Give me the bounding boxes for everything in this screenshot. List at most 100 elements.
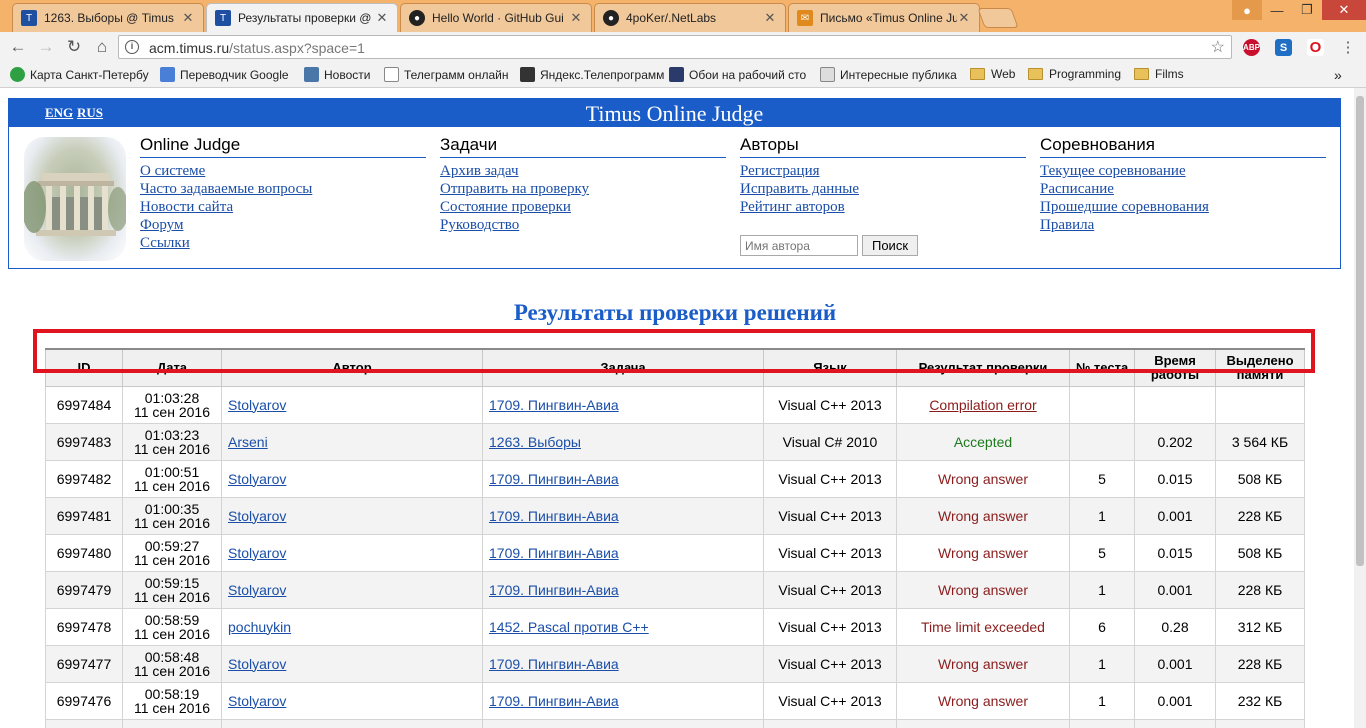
close-icon[interactable]: ✕ (569, 10, 583, 26)
close-icon[interactable]: ✕ (375, 10, 389, 26)
s-extension-icon[interactable]: S (1275, 39, 1292, 56)
bookmark-folder-films[interactable]: Films (1134, 67, 1184, 81)
minimize-icon[interactable]: — (1262, 0, 1292, 20)
tab-mail[interactable]: ✉ Письмо «Timus Online Ju ✕ (788, 3, 980, 32)
folder-icon (1134, 68, 1149, 80)
author-search-input[interactable] (740, 235, 858, 256)
cell-author-link[interactable]: Arseni (228, 434, 268, 450)
close-icon[interactable]: ✕ (181, 10, 195, 26)
bookmark-telegram[interactable]: Телеграмм онлайн (384, 67, 508, 82)
cell-problem-link[interactable]: 1709. Пингвин-Авиа (489, 693, 619, 709)
search-button[interactable]: Поиск (862, 235, 918, 256)
menu-link-rules[interactable]: Правила (1040, 216, 1326, 234)
maximize-icon[interactable]: ❐ (1292, 0, 1322, 20)
bookmark-star-icon[interactable]: ☆ (1211, 37, 1225, 57)
user-icon[interactable]: ● (1232, 0, 1262, 20)
cell-problem-link[interactable]: 1263. Выборы (489, 434, 581, 450)
cell-author-link[interactable]: pochuykin (228, 619, 291, 635)
tab-problem[interactable]: T 1263. Выборы @ Timus ✕ (12, 3, 204, 32)
bookmark-wallpapers[interactable]: Обои на рабочий сто (669, 67, 806, 82)
menu-link-guide[interactable]: Руководство (440, 216, 726, 234)
bookmark-map[interactable]: Карта Санкт-Петербу (10, 67, 149, 82)
cell-author-link[interactable]: Stolyarov (228, 397, 286, 413)
col-memory: Выделено памяти (1215, 348, 1305, 387)
close-icon[interactable]: ✕ (957, 10, 971, 26)
cell-memory: 508 КБ (1215, 533, 1305, 572)
cell-test: 1 (1069, 496, 1135, 535)
address-bar[interactable]: i acm.timus.ru/status.aspx?space=1 ☆ (118, 35, 1232, 59)
bookmark-vk[interactable]: Новости (304, 67, 370, 82)
cell-author-link[interactable]: Stolyarov (228, 508, 286, 524)
reload-icon[interactable]: ↻ (64, 37, 84, 57)
menu-link-register[interactable]: Регистрация (740, 162, 1026, 180)
info-icon[interactable]: i (125, 40, 139, 54)
menu-link-news[interactable]: Новости сайта (140, 198, 426, 216)
tv-icon (520, 67, 535, 82)
cell-author-link[interactable]: Stolyarov (228, 693, 286, 709)
cell-problem-link[interactable]: 1709. Пингвин-Авиа (489, 582, 619, 598)
cell-time: 00:58:59 (144, 611, 200, 628)
close-icon[interactable]: ✕ (763, 10, 777, 26)
menu-link-submit[interactable]: Отправить на проверку (440, 180, 726, 198)
back-icon[interactable]: ← (8, 37, 28, 57)
menu-link-ranklist[interactable]: Рейтинг авторов (740, 198, 1026, 216)
bookmark-folder-programming[interactable]: Programming (1028, 67, 1121, 81)
cell-language: Visual C++ 2013 (763, 570, 897, 609)
cell-author-link[interactable]: Stolyarov (228, 545, 286, 561)
cell-id: 6997483 (45, 422, 123, 461)
menu-link-current-contest[interactable]: Текущее соревнование (1040, 162, 1326, 180)
bookmark-publications[interactable]: Интересные публика (820, 67, 957, 82)
cell-verdict-link[interactable]: Compilation error (929, 397, 1036, 413)
cell-problem-link[interactable]: 1709. Пингвин-Авиа (489, 397, 619, 413)
page-scrollbar[interactable] (1354, 88, 1366, 728)
new-tab-button[interactable] (977, 8, 1019, 28)
opera-icon[interactable]: O (1307, 39, 1324, 56)
cell-author-link[interactable]: Stolyarov (228, 471, 286, 487)
tab-github-netlabs[interactable]: ● 4poKer/.NetLabs ✕ (594, 3, 786, 32)
close-window-icon[interactable]: ✕ (1322, 0, 1366, 20)
tab-status[interactable]: T Результаты проверки @ ✕ (206, 3, 398, 32)
logo-building-image[interactable] (24, 137, 126, 261)
cell-author-link[interactable]: Stolyarov (228, 656, 286, 672)
col-runtime: Время работы (1134, 348, 1216, 387)
menu-icon[interactable]: ⋮ (1338, 37, 1358, 57)
url-text: acm.timus.ru/status.aspx?space=1 (149, 40, 365, 56)
scrollbar-thumb[interactable] (1356, 96, 1364, 566)
menu-link-archive[interactable]: Архив задач (440, 162, 726, 180)
mail-icon: ✉ (797, 10, 813, 26)
menu-link-forum[interactable]: Форум (140, 216, 426, 234)
cell-memory: 228 КБ (1215, 496, 1305, 535)
menu-link-edit-profile[interactable]: Исправить данные (740, 180, 1026, 198)
cell-author: pochuykin (221, 607, 483, 646)
menu-link-links[interactable]: Ссылки (140, 234, 426, 252)
home-icon[interactable]: ⌂ (92, 37, 112, 57)
page-title: Результаты проверки решений (513, 300, 837, 325)
cell-date: 01:03:28 11 сен 2016 (122, 385, 222, 424)
table-row: 6997478 00:58:59 11 сен 2016 pochuykin 1452.… (45, 607, 1305, 646)
menu-link-schedule[interactable]: Расписание (1040, 180, 1326, 198)
cell-time: 01:03:23 (144, 426, 200, 443)
status-table-body: 6997484 01:03:28 11 сен 2016 Stolyarov 1709.… (45, 385, 1305, 728)
cell-problem-link[interactable]: 1709. Пингвин-Авиа (489, 656, 619, 672)
forward-icon[interactable]: → (36, 37, 56, 57)
cell-problem-link[interactable]: 1709. Пингвин-Авиа (489, 545, 619, 561)
cell-problem-link[interactable]: 1452. Pascal против C++ (489, 619, 649, 635)
cell-day: 11 сен 2016 (134, 699, 210, 716)
menu-link-past-contests[interactable]: Прошедшие соревнования (1040, 198, 1326, 216)
menu-problems: Задачи Архив задач Отправить на проверку… (440, 135, 726, 234)
adblock-icon[interactable]: ABP (1243, 39, 1260, 56)
bookmark-translate[interactable]: Переводчик Google (160, 67, 289, 82)
bookmark-folder-web[interactable]: Web (970, 67, 1015, 81)
cell-problem-link[interactable]: 1709. Пингвин-Авиа (489, 508, 619, 524)
cell-author-link[interactable]: Stolyarov (228, 582, 286, 598)
site-title: Timus Online Judge (585, 101, 764, 126)
menu-link-about[interactable]: О системе (140, 162, 426, 180)
bookmarks-more-button[interactable]: » (1334, 67, 1342, 83)
menu-link-faq[interactable]: Часто задаваемые вопросы (140, 180, 426, 198)
table-row: 6997476 00:58:19 11 сен 2016 Stolyarov 1709.… (45, 681, 1305, 720)
tab-github-hello[interactable]: ● Hello World · GitHub Gui ✕ (400, 3, 592, 32)
cell-problem-link[interactable]: 1709. Пингвин-Авиа (489, 471, 619, 487)
cell-date: 00:58:10 (122, 718, 222, 728)
bookmark-yandex[interactable]: Яндекс.Телепрограмм (520, 67, 664, 82)
menu-link-status[interactable]: Состояние проверки (440, 198, 726, 216)
